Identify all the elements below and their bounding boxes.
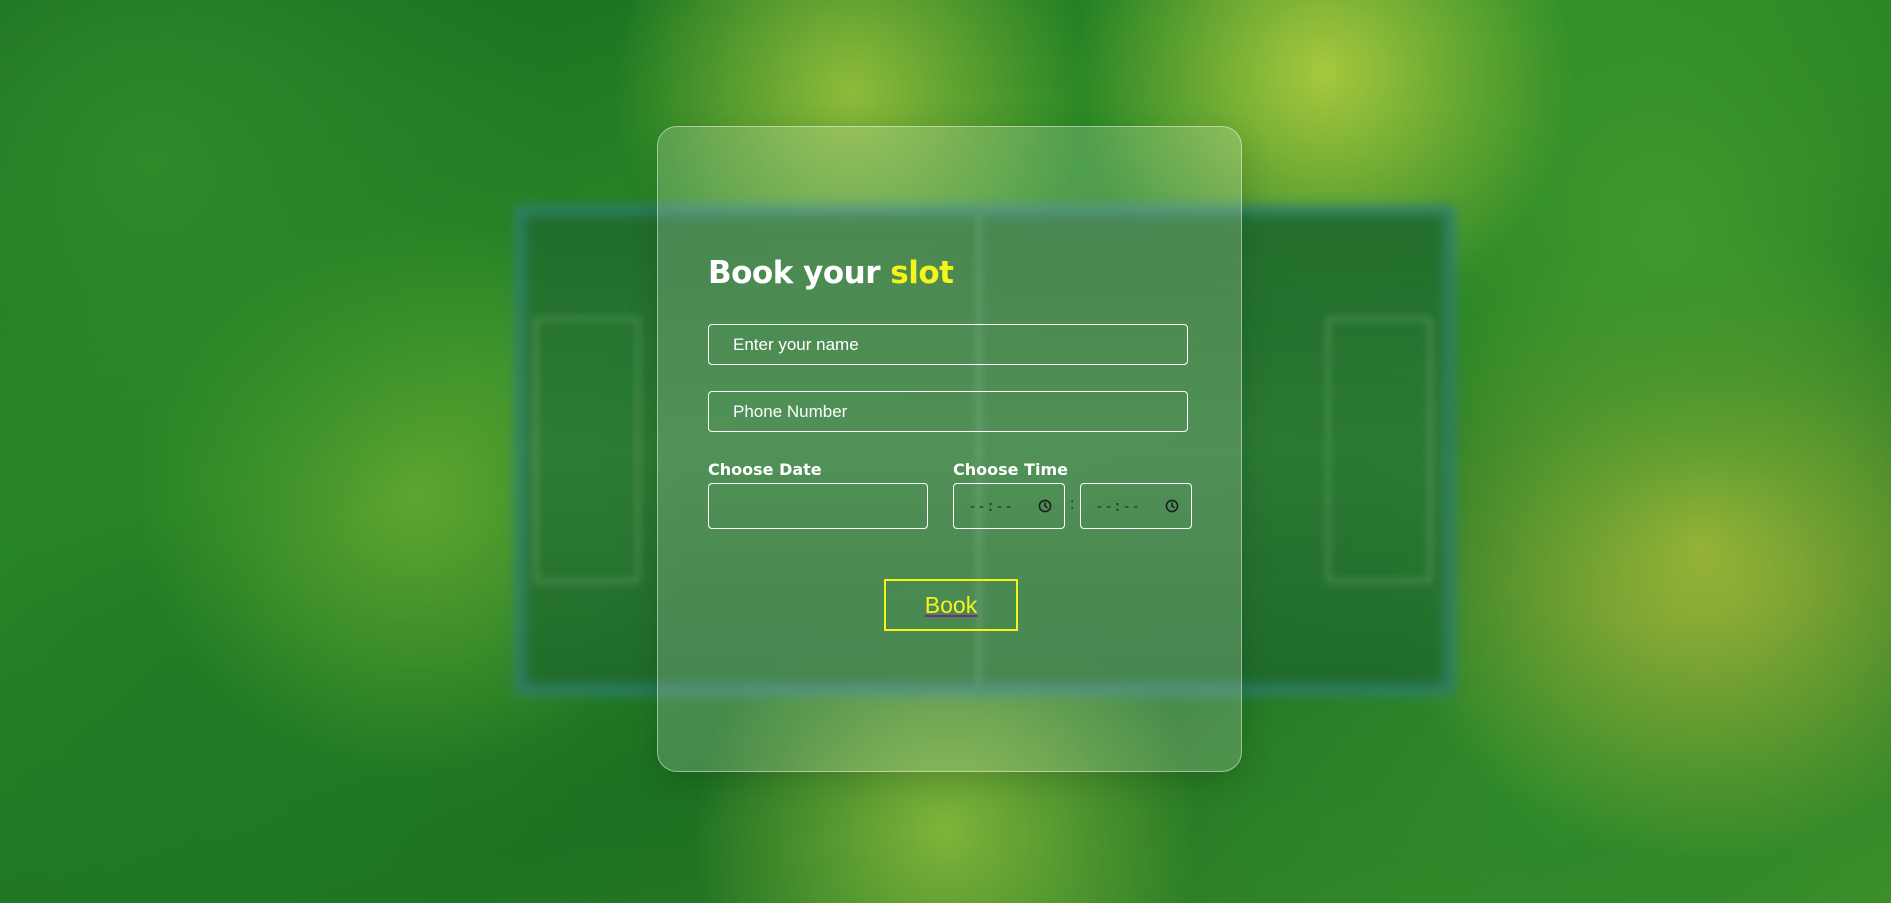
book-button[interactable]: Book: [884, 579, 1018, 631]
clock-icon[interactable]: [1038, 499, 1052, 513]
time-label: Choose Time: [953, 460, 1068, 479]
date-input[interactable]: [708, 483, 928, 529]
clock-icon[interactable]: [1165, 499, 1179, 513]
title-main: Book your: [708, 255, 881, 291]
phone-input[interactable]: [708, 391, 1188, 432]
pitch-box-left: [535, 318, 639, 582]
name-input[interactable]: [708, 324, 1188, 365]
time-separator: :: [1070, 496, 1075, 513]
start-time-value: --:--: [968, 497, 1014, 515]
start-time-input[interactable]: --:--: [953, 483, 1065, 529]
booking-card: Book your slot Choose Date Choose Time -…: [657, 126, 1242, 772]
title-accent: slot: [890, 255, 954, 291]
end-time-input[interactable]: --:--: [1080, 483, 1192, 529]
date-label: Choose Date: [708, 460, 822, 479]
form-title: Book your slot: [708, 255, 954, 291]
end-time-value: --:--: [1095, 497, 1141, 515]
pitch-box-right: [1327, 318, 1431, 582]
